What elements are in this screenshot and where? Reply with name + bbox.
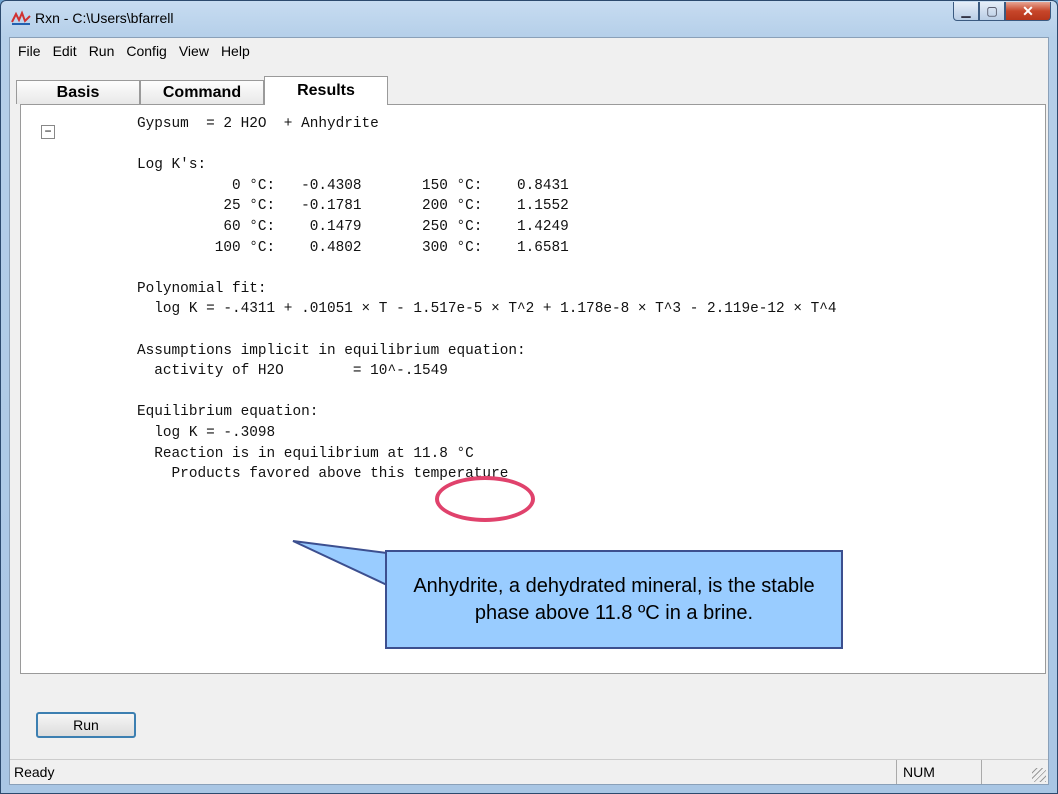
menu-file[interactable]: File	[12, 43, 47, 59]
results-output: Gypsum = 2 H2O + Anhydrite Log K's: 0 °C…	[137, 116, 837, 483]
annotation-callout: Anhydrite, a dehydrated mineral, is the …	[385, 550, 843, 649]
tab-basis[interactable]: Basis	[16, 80, 140, 104]
menu-view[interactable]: View	[173, 43, 215, 59]
results-panel[interactable]: − Gypsum = 2 H2O + Anhydrite Log K's: 0 …	[20, 104, 1046, 674]
collapse-toggle[interactable]: −	[41, 125, 55, 139]
highlight-circle	[435, 476, 535, 522]
window-title: Rxn - C:\Users\bfarrell	[35, 10, 174, 26]
caption-buttons: ▁ ▢ ✕	[953, 2, 1051, 22]
close-button[interactable]: ✕	[1005, 2, 1051, 21]
tab-strip: Basis Command Results	[16, 76, 1046, 105]
menu-run[interactable]: Run	[83, 43, 121, 59]
menu-edit[interactable]: Edit	[47, 43, 83, 59]
resize-grip-icon[interactable]	[1032, 768, 1046, 782]
menu-bar: File Edit Run Config View Help	[10, 38, 1048, 64]
menu-config[interactable]: Config	[120, 43, 172, 59]
app-window: Rxn - C:\Users\bfarrell ▁ ▢ ✕ File Edit …	[0, 0, 1058, 794]
menu-help[interactable]: Help	[215, 43, 256, 59]
maximize-button[interactable]: ▢	[979, 2, 1005, 21]
title-bar[interactable]: Rxn - C:\Users\bfarrell ▁ ▢ ✕	[1, 1, 1057, 37]
tab-command[interactable]: Command	[140, 80, 264, 104]
tab-results[interactable]: Results	[264, 76, 388, 105]
num-lock-indicator: NUM	[896, 760, 982, 784]
app-icon	[11, 10, 31, 25]
run-button[interactable]: Run	[36, 712, 136, 738]
client-area: File Edit Run Config View Help Basis Com…	[9, 37, 1049, 785]
status-bar: Ready NUM	[10, 759, 1048, 784]
minimize-button[interactable]: ▁	[953, 2, 979, 21]
status-text: Ready	[14, 764, 55, 780]
callout-pointer	[292, 540, 389, 587]
